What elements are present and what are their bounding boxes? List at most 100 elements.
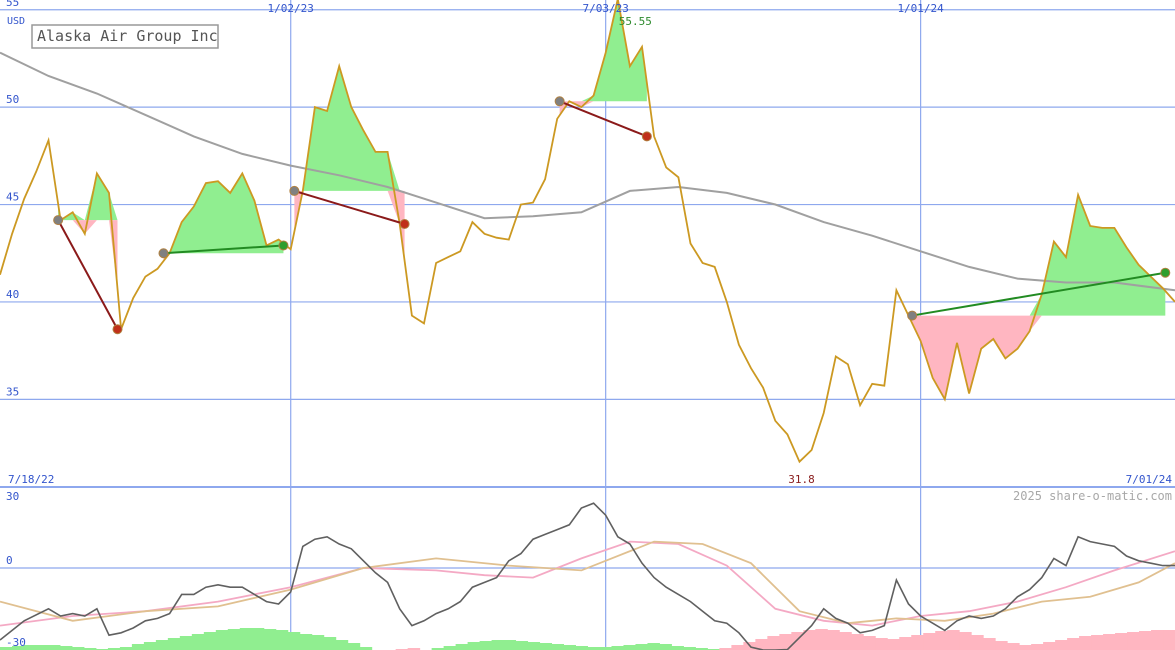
trade-exit-marker-2 [399,219,410,230]
date-label-0: 1/02/23 [268,2,314,15]
histogram-bar-25 [299,634,313,650]
histogram-bar-11 [131,644,145,650]
histogram-bar-12 [143,642,157,650]
trade-exit-marker-1 [278,240,289,251]
histogram-bar-61 [731,645,744,650]
histogram-bar-94 [1127,632,1140,650]
histogram-bar-75 [899,637,912,650]
trade-entry-marker-0 [53,215,64,226]
histogram-bar-83 [995,641,1008,650]
histogram-bar-23 [275,630,289,650]
histogram-bar-29 [347,643,361,650]
histogram-bar-45 [539,643,553,650]
histogram-bar-78 [935,631,948,650]
histogram-bar-21 [251,628,265,650]
histogram-bar-70 [839,632,852,650]
trade-entry-marker-1 [158,248,169,259]
histogram-bar-86 [1031,644,1044,650]
histogram-bar-14 [167,638,181,650]
histogram-bar-27 [323,637,337,650]
histogram-bar-52 [623,645,636,650]
histogram-bar-16 [191,634,205,650]
histogram-bar-48 [575,646,588,650]
histogram-bar-19 [227,629,241,650]
histogram-bar-69 [827,630,840,650]
price-tick-label-35: 35 [6,385,19,398]
histogram-bar-46 [551,644,565,650]
trade-exit-marker-4 [1160,267,1171,278]
oscillator-tick-label--30: -30 [6,636,26,649]
low-value-label: 31.8 [788,473,815,486]
histogram-bar-53 [635,644,648,650]
histogram-bar-77 [923,633,936,650]
start-date-label: 7/18/22 [8,473,54,486]
histogram-bar-37 [443,646,457,650]
histogram-bar-41 [491,640,505,650]
histogram-bar-96 [1151,630,1164,650]
price-tick-label-50: 50 [6,93,19,106]
histogram-bar-73 [875,638,888,650]
date-label-2: 1/01/24 [897,2,944,15]
histogram-bar-55 [659,644,672,650]
histogram-bar-72 [863,636,876,650]
histogram-bar-26 [311,635,325,650]
price-tick-label-45: 45 [6,191,19,204]
oscillator-tick-label-30: 30 [6,490,19,503]
date-label-1: 7/03/23 [582,2,628,15]
price-tick-label-55: 55 [6,0,19,9]
end-date-label: 7/01/24 [1126,473,1173,486]
oscillator-signal-tan-line [0,540,1175,625]
histogram-bar-18 [215,630,229,650]
histogram-bar-71 [851,634,864,650]
histogram-bar-24 [287,632,301,650]
histogram-bar-4 [47,645,61,650]
date-axis-labels: 1/02/23 7/03/23 1/01/24 [268,2,945,15]
histogram-bar-92 [1103,634,1116,650]
histogram-bar-82 [983,638,996,650]
trade-loss-fill-0 [58,220,118,289]
trade-entry-marker-3 [554,96,565,107]
moving-average-line [0,51,1175,292]
histogram-bar-76 [911,635,924,650]
high-value-label: 55.55 [619,15,652,28]
momentum-histogram [0,628,1175,650]
trade-line-2 [294,189,405,225]
histogram-bar-38 [455,644,469,650]
histogram-bar-28 [335,640,349,650]
histogram-bar-40 [479,641,493,650]
trade-exit-marker-3 [641,131,652,142]
trade-entry-marker-4 [907,310,918,321]
trade-loss-fill-2 [294,190,405,261]
stock-chart: USD Alaska Air Group Inc 35 40 45 50 55 30 0 -… [0,0,1175,650]
histogram-bar-84 [1007,643,1020,650]
copyright-notice: 2025 share-o-matic.com [1013,489,1172,503]
histogram-bar-89 [1067,638,1080,650]
currency-label: USD [7,16,25,27]
trade-line-0 [57,219,119,330]
histogram-bar-51 [611,646,624,650]
trade-gain-fill-2 [294,66,405,191]
histogram-bar-20 [239,628,253,650]
histogram-bar-64 [767,636,780,650]
histogram-bar-85 [1019,645,1032,650]
histogram-bar-81 [971,635,984,650]
histogram-bar-87 [1043,642,1056,650]
histogram-bar-54 [647,643,660,650]
histogram-bar-74 [887,639,900,650]
price-line [0,0,1175,464]
histogram-bar-17 [203,632,217,650]
trade-loss-fill-1 [163,253,284,262]
histogram-bar-97 [1163,630,1175,650]
histogram-bar-80 [959,632,972,650]
histogram-bar-43 [515,641,529,650]
histogram-bar-22 [263,629,277,650]
histogram-bar-5 [59,646,73,650]
histogram-bar-3 [35,645,49,650]
trade-gain-fill-4 [912,194,1166,316]
histogram-bar-47 [563,645,577,650]
histogram-bar-95 [1139,631,1152,650]
histogram-bar-68 [815,629,828,650]
oscillator-tick-label-0: 0 [6,554,13,567]
histogram-bar-88 [1055,640,1068,650]
histogram-bar-93 [1115,633,1128,650]
